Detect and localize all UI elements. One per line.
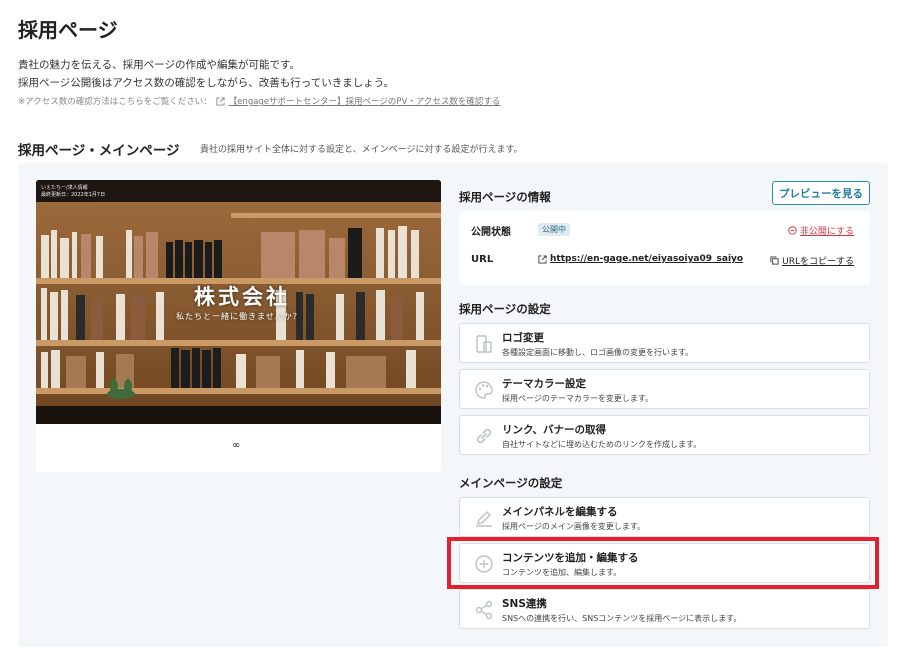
copy-url-button[interactable]: URLをコピーする <box>770 254 854 267</box>
theme-color-title: テーマカラー設定 <box>502 378 586 390</box>
logo-change-title: ロゴ変更 <box>502 332 544 344</box>
hero-breadcrumb: いえたちー/求人情報 <box>41 185 88 191</box>
copy-url-label: URLをコピーする <box>782 257 854 267</box>
pencil-icon <box>476 511 492 527</box>
section-description: 貴社の採用サイト全体に対する設定と、メインページに対する設定が行えます。 <box>200 145 523 155</box>
hero-image: いえたちー/求人情報 最終更新日：2022年1月7日 株式会社 私たちと一緒に働… <box>36 180 441 424</box>
info-heading: 採用ページの情報 <box>459 190 551 204</box>
highlight-box <box>447 537 879 589</box>
theme-color-desc: 採用ページのテーマカラーを変更します。 <box>502 394 654 403</box>
preview-button[interactable]: プレビューを見る <box>772 181 870 205</box>
logo-change-button[interactable]: ロゴ変更 各種設定画面に移動し、ロゴ画像の変更を行います。 <box>459 323 870 363</box>
page-settings-heading: 採用ページの設定 <box>459 302 551 316</box>
url-label: URL <box>471 254 494 265</box>
link-banner-title: リンク、バナーの取得 <box>502 424 607 436</box>
link-banner-button[interactable]: リンク、バナーの取得 自社サイトなどに埋め込むためのリンクを作成します。 <box>459 415 870 455</box>
access-note-text: ※アクセス数の確認方法はこちらをご覧ください： <box>18 97 212 107</box>
minus-circle-icon <box>788 226 797 235</box>
theme-color-button[interactable]: テーマカラー設定 採用ページのテーマカラーを変更します。 <box>459 369 870 409</box>
hero-catchphrase: 私たちと一緒に働きませんか？ <box>176 312 302 321</box>
page-url-text: https://en-gage.net/eiyasoiya09_saiyo <box>550 254 744 264</box>
page-info-box: 公開状態 公開中 非公開にする URL https://en-gage.net/… <box>459 211 870 285</box>
link-banner-desc: 自社サイトなどに埋め込むためのリンクを作成します。 <box>502 440 702 449</box>
hero-meta: いえたちー/求人情報 最終更新日：2022年1月7日 <box>41 185 105 199</box>
page-description-2: 採用ページ公開後はアクセス数の確認をしながら、改善も行っていきましょう。 <box>18 77 395 89</box>
sns-link-desc: SNSへの連携を行い、SNSコンテンツを採用ページに表示します。 <box>502 614 742 623</box>
page-title: 採用ページ <box>18 18 118 42</box>
main-settings-heading: メインページの設定 <box>459 476 563 490</box>
palette-icon <box>475 381 493 399</box>
share-icon <box>475 600 493 620</box>
unpublish-label: 非公開にする <box>799 227 854 237</box>
page-preview-card: いえたちー/求人情報 最終更新日：2022年1月7日 株式会社 私たちと一緒に働… <box>36 180 441 472</box>
hero-company-name: 株式会社 <box>194 285 290 309</box>
page-url-link[interactable]: https://en-gage.net/eiyasoiya09_saiyo <box>538 254 743 264</box>
logo-icon <box>476 335 492 353</box>
sns-link-title: SNS連携 <box>502 598 547 610</box>
copy-icon <box>770 256 779 265</box>
edit-main-panel-title: メインパネルを編集する <box>502 506 618 518</box>
status-badge: 公開中 <box>538 223 570 236</box>
sns-link-button[interactable]: SNS連携 SNSへの連携を行い、SNSコンテンツを採用ページに表示します。 <box>459 589 870 629</box>
external-link-icon <box>216 96 225 106</box>
support-center-link[interactable]: 【engageサポートセンター】採用ページのPV・アクセス数を確認する <box>229 95 501 107</box>
section-title: 採用ページ・メインページ <box>18 143 180 159</box>
page-description-1: 貴社の魅力を伝える、採用ページの作成や編集が可能です。 <box>18 59 300 71</box>
edit-main-panel-button[interactable]: メインパネルを編集する 採用ページのメイン画像を変更します。 <box>459 497 870 537</box>
hero-updated: 最終更新日：2022年1月7日 <box>41 192 106 198</box>
status-label: 公開状態 <box>471 227 511 238</box>
edit-main-panel-desc: 採用ページのメイン画像を変更します。 <box>502 522 646 531</box>
link-icon <box>476 428 492 444</box>
unpublish-button[interactable]: 非公開にする <box>788 224 854 237</box>
logo-change-desc: 各種設定画面に移動し、ロゴ画像の変更を行います。 <box>502 348 694 357</box>
external-link-icon <box>538 254 547 264</box>
access-note: ※アクセス数の確認方法はこちらをご覧ください： 【engageサポートセンター】… <box>18 95 500 107</box>
infinity-icon: ∞ <box>232 440 241 451</box>
